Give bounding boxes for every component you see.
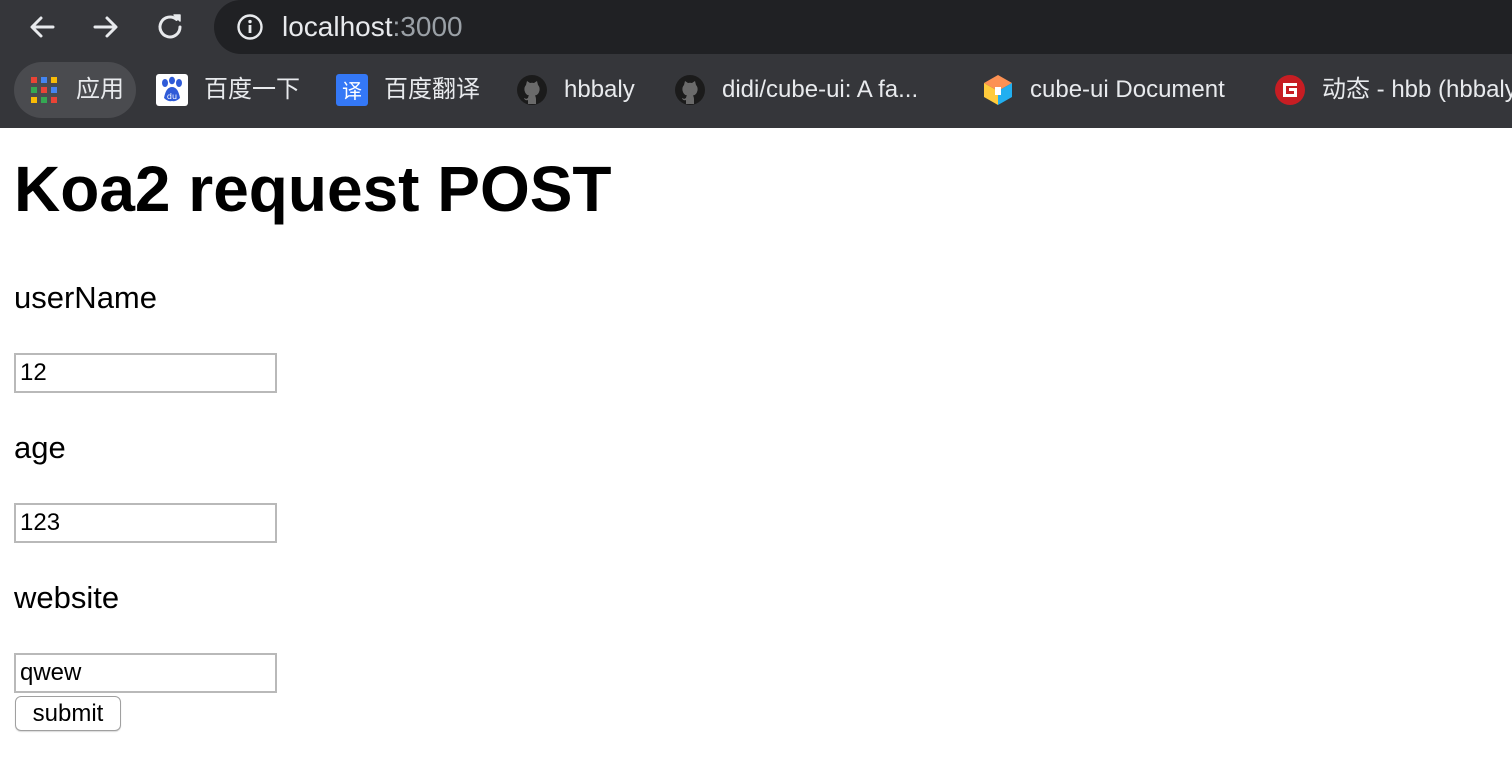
age-label: age — [14, 430, 66, 465]
age-input[interactable] — [14, 503, 277, 543]
url-port: :3000 — [392, 11, 463, 42]
bookmark-label: 百度一下 — [204, 76, 300, 103]
apps-grid-icon — [28, 74, 60, 106]
bookmark-apps[interactable]: 应用 — [14, 62, 136, 118]
bookmark-cube-ui-document[interactable]: cube-ui Document — [982, 62, 1225, 118]
website-label: website — [14, 580, 120, 615]
browser-chrome: localhost:3000 应用 du 百度一下 译 百度翻译 hbbaly … — [0, 0, 1512, 128]
reload-icon — [158, 14, 182, 39]
bookmark-label: hbbaly — [564, 76, 635, 103]
baidu-paw-icon: du — [156, 74, 188, 106]
bookmark-baidu-translate[interactable]: 译 百度翻译 — [336, 62, 480, 118]
page-content: Koa2 request POST userName age website s… — [0, 128, 1512, 780]
bookmark-label: 百度翻译 — [384, 76, 480, 103]
page-title: Koa2 request POST — [14, 153, 612, 225]
bookmark-label: 应用 — [76, 76, 124, 103]
bookmark-label: cube-ui Document — [1030, 76, 1225, 103]
info-icon[interactable] — [236, 13, 264, 41]
svg-text:译: 译 — [342, 79, 362, 103]
submit-button[interactable]: submit — [15, 696, 121, 731]
cube-ui-logo-icon — [982, 74, 1014, 106]
forward-arrow-icon — [93, 16, 118, 38]
bookmark-baidu[interactable]: du 百度一下 — [156, 62, 300, 118]
bookmark-label: didi/cube-ui: A fa... — [722, 76, 919, 103]
address-bar[interactable]: localhost:3000 — [214, 0, 1512, 54]
svg-text:du: du — [167, 92, 177, 101]
gitee-logo-icon — [1274, 74, 1306, 106]
address-url[interactable]: localhost:3000 — [282, 9, 463, 45]
url-host: localhost — [282, 11, 393, 42]
username-label: userName — [14, 280, 157, 315]
bookmark-github-hbbaly[interactable]: hbbaly — [516, 62, 635, 118]
bookmark-label: 动态 - hbb (hbbaly — [1322, 76, 1512, 103]
username-input[interactable] — [14, 353, 277, 393]
back-button[interactable] — [22, 8, 62, 46]
website-input[interactable] — [14, 653, 277, 693]
back-arrow-icon — [30, 16, 55, 38]
github-icon — [516, 74, 548, 106]
github-icon — [674, 74, 706, 106]
baidu-translate-icon: 译 — [336, 74, 368, 106]
bookmark-gitee-hbb[interactable]: 动态 - hbb (hbbaly — [1274, 62, 1512, 118]
reload-button[interactable] — [150, 8, 190, 46]
bookmarks-bar: 应用 du 百度一下 译 百度翻译 hbbaly didi/cube-ui: A… — [0, 58, 1512, 124]
navigation-bar: localhost:3000 — [0, 0, 1512, 54]
bookmark-github-cube-ui[interactable]: didi/cube-ui: A fa... — [674, 62, 918, 118]
forward-button[interactable] — [86, 8, 126, 46]
